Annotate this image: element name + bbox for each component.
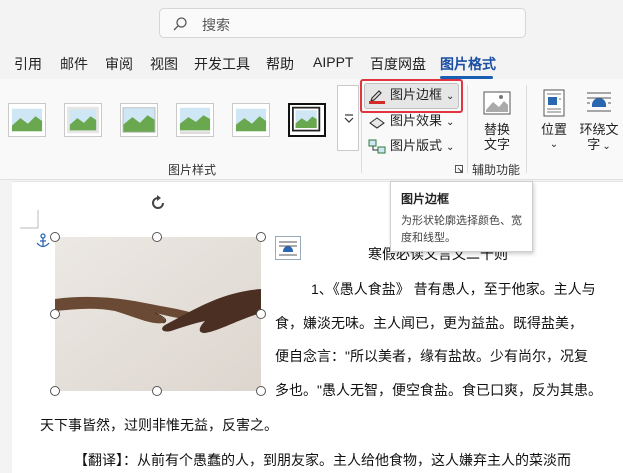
picture-styles-group-label: 图片样式: [168, 163, 217, 177]
position-button[interactable]: 位置 ⌄: [536, 86, 572, 152]
layout-options-button[interactable]: [275, 236, 301, 260]
accessibility-group-label: 辅助功能: [472, 163, 521, 177]
dialog-launcher-icon[interactable]: [455, 165, 463, 173]
tooltip-description: 为形状轮廓选择颜色、宽度和线型。: [401, 215, 522, 244]
picture-effects-button[interactable]: 图片效果 ⌄: [368, 110, 454, 132]
alt-text-label-line2: 文字: [483, 137, 510, 152]
gallery-more-button[interactable]: [337, 85, 359, 151]
resize-handle-top-right[interactable]: [256, 232, 266, 242]
alt-text-label-line1: 替换: [483, 122, 510, 137]
tab-developer[interactable]: 开发工具: [194, 54, 250, 74]
picture-effects-label: 图片效果: [390, 113, 443, 128]
chevron-down-icon: [344, 114, 354, 123]
tooltip-picture-border: 图片边框 为形状轮廓选择颜色、宽度和线型。: [390, 181, 533, 252]
layout-icon: [368, 139, 386, 154]
picture-style-thumb-4[interactable]: [176, 103, 214, 137]
document-line-1: 1、《愚人食盐》 昔有愚人，至于他家。主人与: [311, 281, 596, 297]
document-line-4: 多也。"愚人无智，便空食盐。食已口爽，反为其患。: [275, 382, 602, 398]
page-margin-area: [0, 181, 12, 473]
search-icon: [173, 17, 187, 31]
resize-handle-bottom-right[interactable]: [256, 386, 266, 396]
wrap-text-button[interactable]: 环绕文 字 ⌄: [577, 86, 621, 152]
picture-style-thumb-6[interactable]: [288, 103, 326, 137]
resize-handle-top-left[interactable]: [50, 232, 60, 242]
wrap-text-label-line2: 字: [587, 137, 601, 152]
chevron-down-icon: ⌄: [549, 139, 559, 150]
selected-image-hands[interactable]: [55, 237, 261, 391]
divider: [467, 85, 468, 173]
ribbon-tabs: 引用 邮件 审阅 视图 开发工具 帮助 AIPPT 百度网盘 图片格式: [0, 50, 623, 78]
chevron-down-icon: ⌄: [446, 142, 455, 153]
chevron-down-icon: ⌄: [602, 141, 611, 152]
resize-handle-top[interactable]: [152, 232, 162, 242]
position-label: 位置: [540, 122, 567, 137]
tab-aippt[interactable]: AIPPT: [313, 54, 353, 70]
resize-handle-bottom[interactable]: [152, 386, 162, 396]
wrap-text-label-line1: 环绕文: [579, 122, 619, 137]
margin-corner-mark: [20, 210, 39, 229]
tab-references[interactable]: 引用: [14, 54, 42, 74]
document-line-2: 食，嫌淡无味。主人闻已，更为益盐。既得盐美，: [275, 315, 583, 331]
chevron-down-icon: ⌄: [446, 117, 455, 128]
picture-style-thumb-3[interactable]: [120, 103, 158, 137]
alt-text-label: 替换 文字: [476, 122, 518, 152]
picture-style-thumb-1[interactable]: [8, 103, 46, 137]
tab-baidu-netdisk[interactable]: 百度网盘: [370, 54, 426, 74]
picture-layout-button[interactable]: 图片版式 ⌄: [368, 135, 454, 157]
tab-review[interactable]: 审阅: [105, 54, 133, 74]
title-bar: 搜索: [0, 0, 623, 46]
tab-help[interactable]: 帮助: [266, 54, 294, 74]
alt-text-button[interactable]: 替换 文字: [476, 86, 518, 152]
document-line-3: 便自念言："所以美者，缘有盐故。少有尚尔，况复: [275, 348, 588, 364]
wrap-text-label: 环绕文 字 ⌄: [577, 122, 621, 154]
picture-style-thumb-5[interactable]: [232, 103, 270, 137]
search-placeholder: 搜索: [202, 17, 230, 33]
tab-view[interactable]: 视图: [150, 54, 178, 74]
resize-handle-right[interactable]: [256, 309, 266, 319]
document-line-6: 【翻译】：从前有个愚蠢的人，到朋友家。主人给他食物，这人嫌弃主人的菜淡而: [74, 452, 571, 468]
effects-icon: [369, 116, 385, 129]
resize-handle-left[interactable]: [50, 309, 60, 319]
picture-layout-label: 图片版式: [390, 138, 443, 153]
tab-mailings[interactable]: 邮件: [60, 54, 88, 74]
document-line-5: 天下事皆然，过则非惟无益，反害之。: [40, 417, 278, 433]
search-box[interactable]: 搜索: [159, 8, 526, 38]
ribbon-panel: 图片样式: [0, 79, 623, 180]
highlight-box: [360, 79, 463, 113]
alt-text-icon: [483, 91, 511, 115]
tooltip-title: 图片边框: [401, 192, 450, 206]
layout-options-icon: [279, 241, 297, 256]
anchor-icon: [36, 233, 50, 248]
tab-picture-format[interactable]: 图片格式: [440, 54, 496, 74]
rotate-handle-icon[interactable]: [148, 193, 168, 213]
hands-photo: [55, 237, 261, 391]
divider: [526, 85, 527, 173]
position-icon: [543, 89, 565, 117]
picture-style-thumb-2[interactable]: [64, 103, 102, 137]
resize-handle-bottom-left[interactable]: [50, 386, 60, 396]
wrap-text-icon: [587, 92, 611, 112]
